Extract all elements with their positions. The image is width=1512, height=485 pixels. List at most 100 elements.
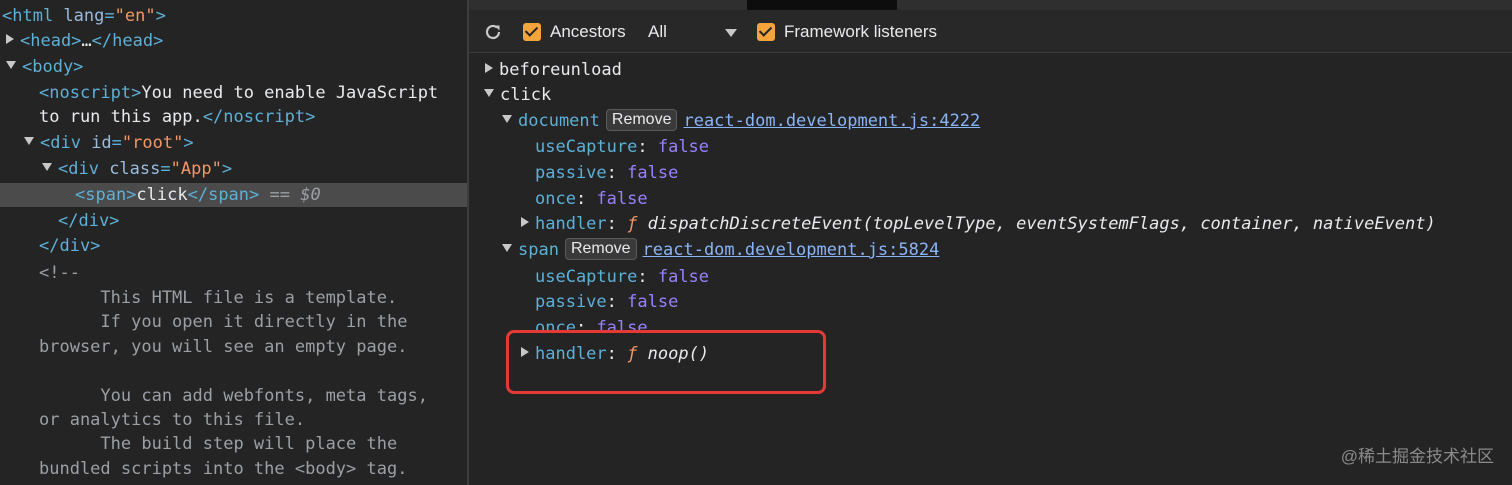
tag-close: >	[183, 133, 194, 153]
prop-value: false	[657, 137, 710, 157]
attr-eq: =	[111, 133, 122, 153]
listener-span[interactable]: span Remove react-dom.development.js:5824	[502, 238, 939, 262]
attr-name: id	[91, 133, 112, 153]
console-ref: $0	[300, 185, 321, 205]
prop-key: useCapture	[535, 267, 638, 287]
event-name: beforeunload	[499, 60, 622, 80]
elements-panel: <html lang="en"> <head>…</head> <body> <…	[0, 0, 467, 485]
attr-name: class	[109, 159, 161, 179]
dom-node-root[interactable]: <div id="root">	[24, 131, 467, 155]
dom-node-html[interactable]: <html lang="en">	[2, 4, 467, 28]
prop-key: useCapture	[535, 137, 638, 157]
event-click[interactable]: click	[484, 83, 551, 107]
prop-passive: passive: false	[535, 161, 678, 185]
node-text: to run this app.	[39, 107, 203, 127]
tag-close: </span>	[187, 185, 260, 205]
collapse-triangle-icon[interactable]	[24, 137, 34, 145]
tag-close: >	[155, 6, 166, 26]
colon: :	[606, 292, 628, 312]
annotation-highlight-box	[506, 330, 826, 394]
collapse-triangle-icon[interactable]	[42, 163, 52, 171]
expand-triangle-icon[interactable]	[6, 34, 14, 44]
colon: :	[575, 189, 597, 209]
framework-listeners-checkbox[interactable]	[757, 23, 775, 41]
source-link[interactable]: react-dom.development.js:5824	[643, 240, 940, 260]
listener-node: span	[518, 240, 559, 260]
tag-open: <noscript>	[39, 83, 142, 103]
attr-value: "root"	[121, 133, 184, 153]
function-signature: dispatchDiscreteEvent(topLevelType, even…	[647, 214, 1436, 234]
tab-strip	[469, 0, 1512, 10]
dom-node-span-selected[interactable]: <span>click</span> == $0	[0, 183, 467, 207]
function-icon: ƒ	[627, 214, 638, 234]
tag-open: <head>	[20, 31, 82, 51]
colon: :	[606, 163, 628, 183]
dom-node-close-div[interactable]: </div>	[58, 209, 467, 233]
collapse-triangle-icon[interactable]	[6, 61, 16, 69]
prop-usecapture: useCapture: false	[535, 135, 709, 159]
prop-passive: passive: false	[535, 290, 678, 314]
dom-node-head[interactable]: <head>…</head>	[6, 29, 467, 53]
remove-button[interactable]: Remove	[564, 238, 637, 260]
ancestors-select[interactable]: All	[648, 21, 667, 43]
event-listeners-panel: Ancestors All Framework listeners before…	[469, 0, 1512, 485]
comment-line: This HTML file is a template.	[39, 288, 398, 308]
comment-line: The build step will place the	[39, 434, 398, 454]
comment-line	[39, 359, 467, 383]
collapse-triangle-icon[interactable]	[502, 115, 512, 123]
colon: :	[606, 214, 628, 234]
node-text: You need to enable JavaScript	[141, 83, 439, 103]
dom-node-app[interactable]: <div class="App">	[42, 157, 467, 181]
listener-document[interactable]: document Remove react-dom.development.js:4…	[502, 109, 980, 133]
event-name: click	[500, 85, 552, 105]
chevron-down-icon[interactable]	[725, 29, 737, 37]
prop-key: once	[535, 189, 576, 209]
active-tab-indicator	[747, 0, 897, 10]
framework-listeners-label: Framework listeners	[784, 22, 938, 41]
listener-node: document	[518, 111, 600, 131]
tag-close: </head>	[91, 31, 164, 51]
ancestors-label: Ancestors	[550, 22, 626, 41]
dom-node-close-div[interactable]: </div>	[39, 234, 467, 258]
prop-key: passive	[535, 163, 607, 183]
prop-key: handler	[535, 214, 607, 234]
attr-name: lang	[63, 6, 105, 26]
colon: :	[637, 137, 658, 157]
refresh-icon[interactable]	[483, 22, 503, 42]
comment-line: browser, you will see an empty page.	[39, 337, 408, 357]
dom-node-body[interactable]: <body>	[6, 55, 467, 79]
comment-line: or analytics to this file.	[39, 410, 306, 430]
source-link[interactable]: react-dom.development.js:4222	[683, 111, 980, 131]
expand-triangle-icon[interactable]	[485, 63, 493, 73]
attr-value: "en"	[114, 6, 156, 26]
event-beforeunload[interactable]: beforeunload	[485, 58, 622, 82]
dom-node-noscript-cont[interactable]: to run this app.</noscript>	[39, 105, 467, 129]
ancestors-checkbox[interactable]	[523, 23, 541, 41]
attr-value: "App"	[170, 159, 222, 179]
watermark: @稀土掘金技术社区	[1340, 447, 1494, 466]
collapse-triangle-icon[interactable]	[502, 244, 512, 252]
prop-value: false	[627, 292, 679, 312]
tag-open: <body>	[22, 57, 84, 77]
prop-handler[interactable]: handler: ƒ dispatchDiscreteEvent(topLeve…	[521, 212, 1436, 236]
prop-usecapture: useCapture: false	[535, 265, 709, 289]
comment-line: You can add webfonts, meta tags,	[39, 386, 428, 406]
collapse-triangle-icon[interactable]	[484, 89, 494, 97]
remove-button[interactable]: Remove	[605, 109, 678, 131]
comment-line: If you open it directly in the	[39, 312, 408, 332]
comment-line: <!--	[39, 263, 80, 283]
attr-eq: =	[104, 6, 115, 26]
node-text: click	[136, 185, 188, 205]
tag-close: </noscript>	[202, 107, 316, 127]
prop-value: false	[627, 163, 679, 183]
tag-open: <span>	[75, 185, 137, 205]
selected-marker: ==	[259, 185, 301, 205]
expand-triangle-icon[interactable]	[521, 217, 529, 227]
comment-line: bundled scripts into the <body> tag.	[39, 459, 408, 479]
tag-open: <html	[2, 6, 64, 26]
dom-node-noscript[interactable]: <noscript>You need to enable JavaScript	[39, 81, 467, 105]
prop-key: passive	[535, 292, 607, 312]
attr-eq: =	[160, 159, 171, 179]
tag-open: <div	[40, 133, 92, 153]
ellipsis: …	[81, 31, 92, 51]
